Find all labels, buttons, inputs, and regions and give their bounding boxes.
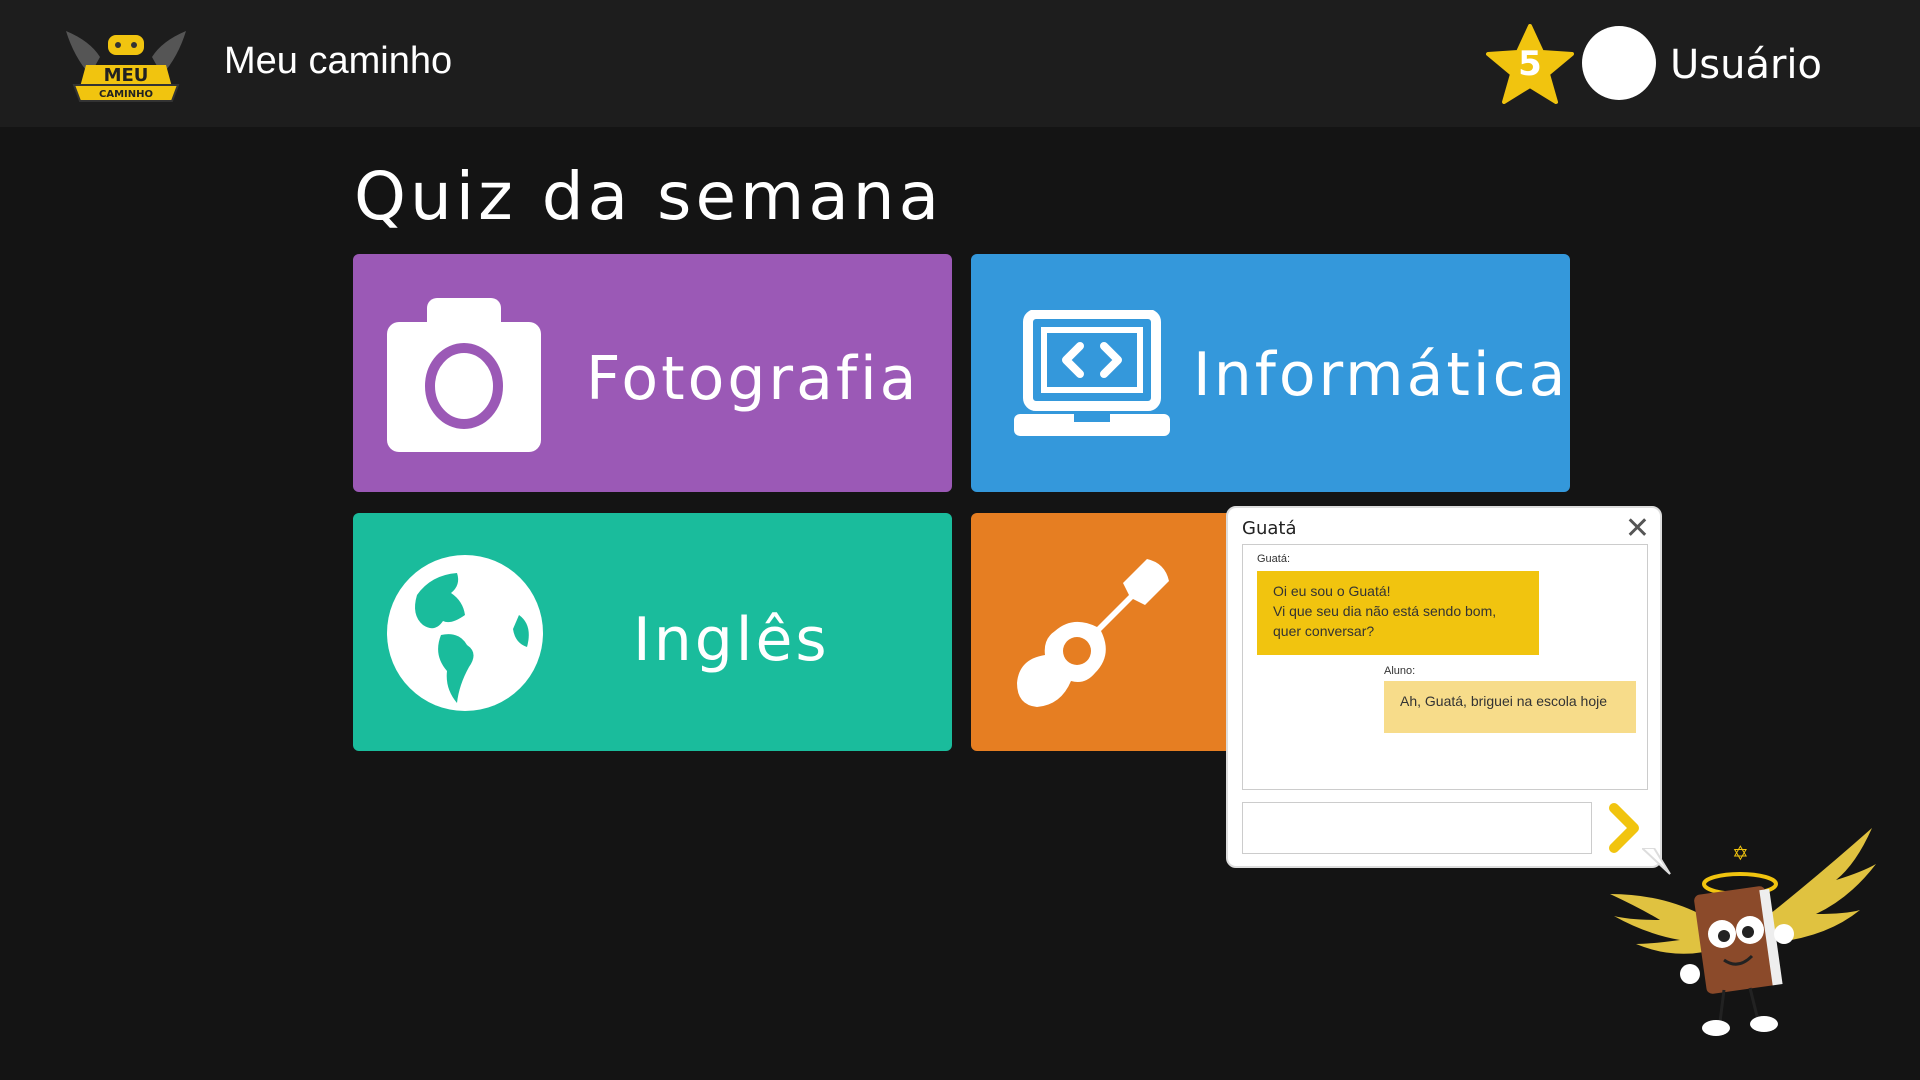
camera-icon	[387, 298, 541, 452]
tile-label: Fotografia	[586, 344, 920, 414]
logo-text-top: MEU	[104, 65, 149, 86]
logo-text-bottom: CAMINHO	[99, 89, 153, 100]
chat-log[interactable]: Guatá: Oi eu sou o Guatá! Vi que seu dia…	[1242, 544, 1648, 790]
chat-title: Guatá	[1242, 518, 1297, 539]
chat-window: Guatá ✕ Guatá: Oi eu sou o Guatá! Vi que…	[1226, 506, 1671, 875]
bot-message: Oi eu sou o Guatá! Vi que seu dia não es…	[1257, 571, 1539, 655]
page-title: Quiz da semana	[354, 158, 944, 235]
app-title: Meu caminho	[224, 40, 453, 82]
user-name[interactable]: Usuário	[1670, 42, 1822, 88]
top-bar: MEU CAMINHO Meu caminho 5 Usuário	[0, 0, 1920, 127]
avatar[interactable]	[1582, 26, 1656, 100]
chat-input[interactable]	[1242, 802, 1592, 854]
globe-icon	[387, 555, 543, 711]
guitar-icon	[1017, 559, 1169, 707]
tile-informatica[interactable]: Informática	[971, 254, 1570, 492]
tile-label: Inglês	[633, 605, 830, 675]
laptop-code-icon	[1014, 310, 1170, 436]
star-count: 5	[1518, 44, 1542, 84]
user-message: Ah, Guatá, briguei na escola hoje	[1384, 681, 1636, 733]
star-score: 5	[1486, 24, 1574, 104]
app-logo[interactable]: MEU CAMINHO	[60, 27, 192, 107]
winged-book-mascot-icon: ✡	[1610, 828, 1876, 1036]
message-sender: Aluno:	[1384, 665, 1416, 677]
close-icon[interactable]: ✕	[1625, 512, 1650, 546]
tile-label: Informática	[1193, 340, 1569, 410]
tile-ingles[interactable]: Inglês	[353, 513, 952, 751]
message-sender: Guatá:	[1257, 553, 1291, 565]
tile-fotografia[interactable]: Fotografia	[353, 254, 952, 492]
seal-letters: ✡	[1732, 841, 1749, 865]
